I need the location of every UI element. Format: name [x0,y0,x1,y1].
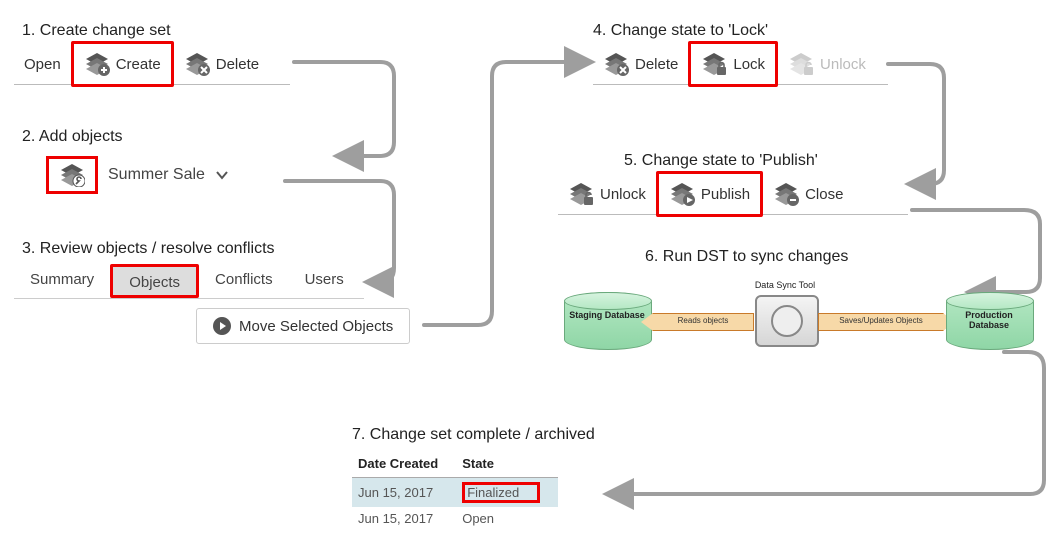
object-name: Summer Sale [108,166,205,184]
unlock-label-5: Unlock [600,186,646,203]
close-button[interactable]: Close [763,174,853,214]
tab-conflicts[interactable]: Conflicts [199,264,289,298]
cell-state: Open [456,507,558,530]
changeset-table: Date Created State Jun 15, 2017 Finalize… [352,450,558,530]
close-label: Close [805,186,843,203]
object-icon-highlight [46,156,98,194]
step7-title: 7. Change set complete / archived [352,426,595,444]
staging-db: Staging Database [564,292,650,348]
layers-delete-icon [603,52,629,76]
unlock-label-4: Unlock [820,56,866,73]
step4-toolbar: Delete Lock Unlock [593,44,888,85]
dst-tool-label: Data Sync Tool [735,280,835,290]
production-db-label: Production Database [946,310,1032,330]
lock-label: Lock [733,56,765,73]
table-row[interactable]: Jun 15, 2017 Open [352,507,558,530]
delete-label-4: Delete [635,56,678,73]
step5-toolbar: Unlock Publish Close [558,174,908,215]
delete-button-4[interactable]: Delete [593,44,688,84]
production-db: Production Database [946,292,1032,348]
dst-tool-icon [755,295,819,347]
layers-wrench-icon [59,163,85,187]
tab-objects[interactable]: Objects [110,264,199,298]
open-label: Open [24,56,61,73]
saves-arrow: Saves/Updates Objects [818,313,944,331]
step1-toolbar: Open Create Delete [14,44,290,85]
publish-button[interactable]: Publish [656,171,763,217]
step1-title: 1. Create change set [22,22,171,40]
col-state: State [456,450,558,478]
unlock-button-disabled: Unlock [778,44,876,84]
layers-lock-icon [701,52,727,76]
step3-tabs: Summary Objects Conflicts Users [14,264,364,299]
cell-date: Jun 15, 2017 [352,507,456,530]
step6-title: 6. Run DST to sync changes [645,248,848,266]
delete-button[interactable]: Delete [174,44,269,84]
lock-button[interactable]: Lock [688,41,778,87]
tab-summary[interactable]: Summary [14,264,110,298]
cell-state: Finalized [456,478,558,508]
step5-title: 5. Change state to 'Publish' [624,152,818,170]
layers-close-icon [773,182,799,206]
unlock-button[interactable]: Unlock [558,174,656,214]
publish-label: Publish [701,186,750,203]
move-selected-label: Move Selected Objects [239,318,393,335]
cell-date: Jun 15, 2017 [352,478,456,508]
create-label: Create [116,56,161,73]
table-row[interactable]: Jun 15, 2017 Finalized [352,478,558,508]
chevron-down-icon[interactable] [215,168,229,182]
step2-title: 2. Add objects [22,128,123,146]
delete-label: Delete [216,56,259,73]
reads-arrow: Reads objects [652,313,754,331]
layers-unlock-icon [568,182,594,206]
move-selected-button[interactable]: Move Selected Objects [196,308,410,344]
layers-publish-icon [669,182,695,206]
step4-title: 4. Change state to 'Lock' [593,22,768,40]
layers-delete-icon [184,52,210,76]
layers-plus-icon [84,52,110,76]
layers-unlock-icon [788,52,814,76]
col-date-created: Date Created [352,450,456,478]
create-button[interactable]: Create [71,41,174,87]
step3-title: 3. Review objects / resolve conflicts [22,240,275,258]
move-icon [213,317,231,335]
open-button[interactable]: Open [14,44,71,84]
state-finalized: Finalized [462,482,540,503]
tab-users[interactable]: Users [289,264,360,298]
staging-db-label: Staging Database [564,310,650,320]
dst-diagram: Data Sync Tool Staging Database Reads ob… [560,280,1060,380]
object-selector[interactable]: Summer Sale [46,156,229,194]
